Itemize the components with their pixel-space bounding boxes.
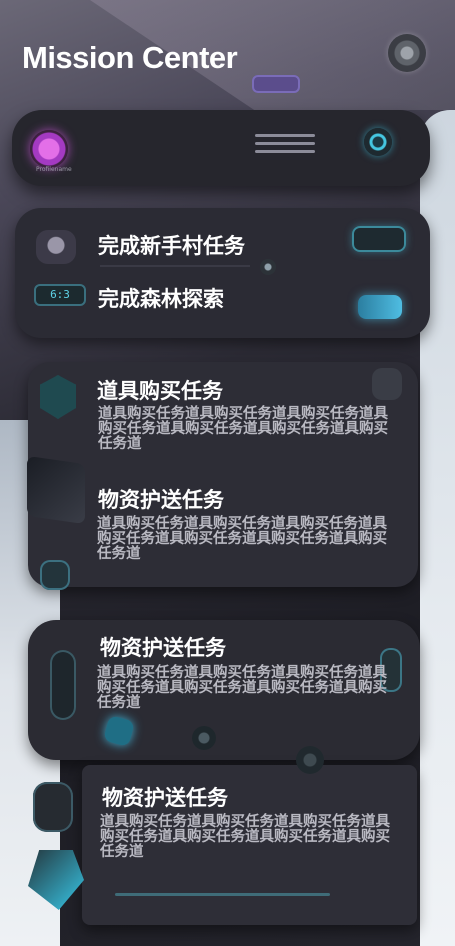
task-toggle-1[interactable] [352,226,406,252]
task-title[interactable]: 物资护送任务 [98,484,224,514]
task-description: 道具购买任务道具购买任务道具购买任务道具购买任务道具购买任务道具购买任务道具购买… [97,516,387,562]
task-title[interactable]: 物资护送任务 [102,782,228,812]
task-toggle-2[interactable] [358,295,402,319]
knob-icon [260,259,276,275]
camera-icon[interactable] [388,34,426,72]
capsule-icon [50,650,76,720]
target-icon[interactable] [364,128,392,156]
progress-line [115,893,330,896]
page-title: Mission Center [22,40,238,75]
task-title[interactable]: 完成森林探索 [98,283,224,313]
heart-icon [36,230,76,264]
box-icon [27,455,85,525]
avatar[interactable] [30,130,68,168]
header-pill-button[interactable] [252,75,300,93]
profile-caption: Profilename [36,166,72,173]
task-title[interactable]: 道具购买任务 [97,375,223,405]
task-title[interactable]: 物资护送任务 [100,632,226,662]
settings-button[interactable] [40,560,70,590]
task-description: 道具购买任务道具购买任务道具购买任务道具购买任务道具购买任务道具购买任务道具购买… [97,665,387,711]
bag-icon [372,368,402,400]
display-icon: 6:3 [34,284,86,306]
knob-icon [192,726,216,750]
divider [100,265,250,267]
menu-lines-icon[interactable] [255,134,315,160]
task-description: 道具购买任务道具购买任务道具购买任务道具购买任务道具购买任务道具购买任务道具购买… [98,406,388,452]
side-pad-icon[interactable] [33,782,73,832]
task-title[interactable]: 完成新手村任务 [98,230,245,260]
task-description: 道具购买任务道具购买任务道具购买任务道具购买任务道具购买任务道具购买任务道具购买… [100,814,390,860]
knob-icon [296,746,324,774]
